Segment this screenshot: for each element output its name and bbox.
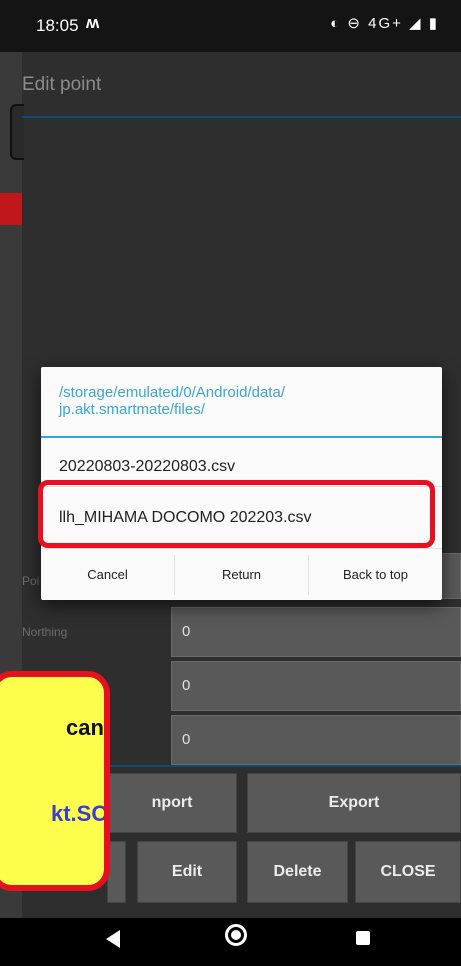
page-title: Edit point bbox=[22, 74, 102, 95]
callout-text-line2: kt.SC bbox=[51, 801, 108, 826]
status-icons: ◐ ⊖ 4G+ ◢ ▮ bbox=[330, 15, 439, 32]
northing-field[interactable]: 0 bbox=[171, 607, 461, 657]
recent-apps-icon[interactable] bbox=[356, 931, 370, 945]
height-field[interactable]: 0 bbox=[171, 715, 461, 765]
header-divider bbox=[22, 116, 461, 118]
edit-button[interactable]: Edit bbox=[137, 841, 237, 903]
file-item-20220803[interactable]: 20220803-20220803.csv bbox=[59, 458, 235, 476]
dialog-path: /storage/emulated/0/Android/data/ jp.akt… bbox=[59, 384, 285, 418]
point-label: Poi bbox=[22, 574, 40, 588]
easting-field[interactable]: 0 bbox=[171, 661, 461, 711]
back-icon[interactable] bbox=[106, 930, 120, 948]
close-button[interactable]: CLOSE bbox=[355, 841, 461, 903]
underlying-panel-red-marker bbox=[0, 193, 22, 225]
annotation-callout: can kt.SC bbox=[0, 671, 110, 891]
notification-icon: ʍ bbox=[86, 13, 100, 32]
highlight-frame bbox=[38, 480, 435, 548]
delete-button[interactable]: Delete bbox=[247, 841, 348, 903]
return-button[interactable]: Return bbox=[175, 549, 308, 600]
dialog-title-divider bbox=[41, 436, 442, 438]
export-button[interactable]: Export bbox=[247, 773, 461, 833]
home-icon-dot bbox=[231, 930, 241, 940]
callout-text-line1: can bbox=[66, 715, 104, 740]
back-to-top-button[interactable]: Back to top bbox=[309, 549, 442, 600]
northing-label: Northing bbox=[22, 625, 68, 639]
import-button[interactable]: nport bbox=[107, 773, 237, 833]
status-time: 18:05 bbox=[36, 16, 79, 35]
cancel-button[interactable]: Cancel bbox=[41, 549, 174, 600]
underlying-panel-box bbox=[10, 104, 24, 160]
